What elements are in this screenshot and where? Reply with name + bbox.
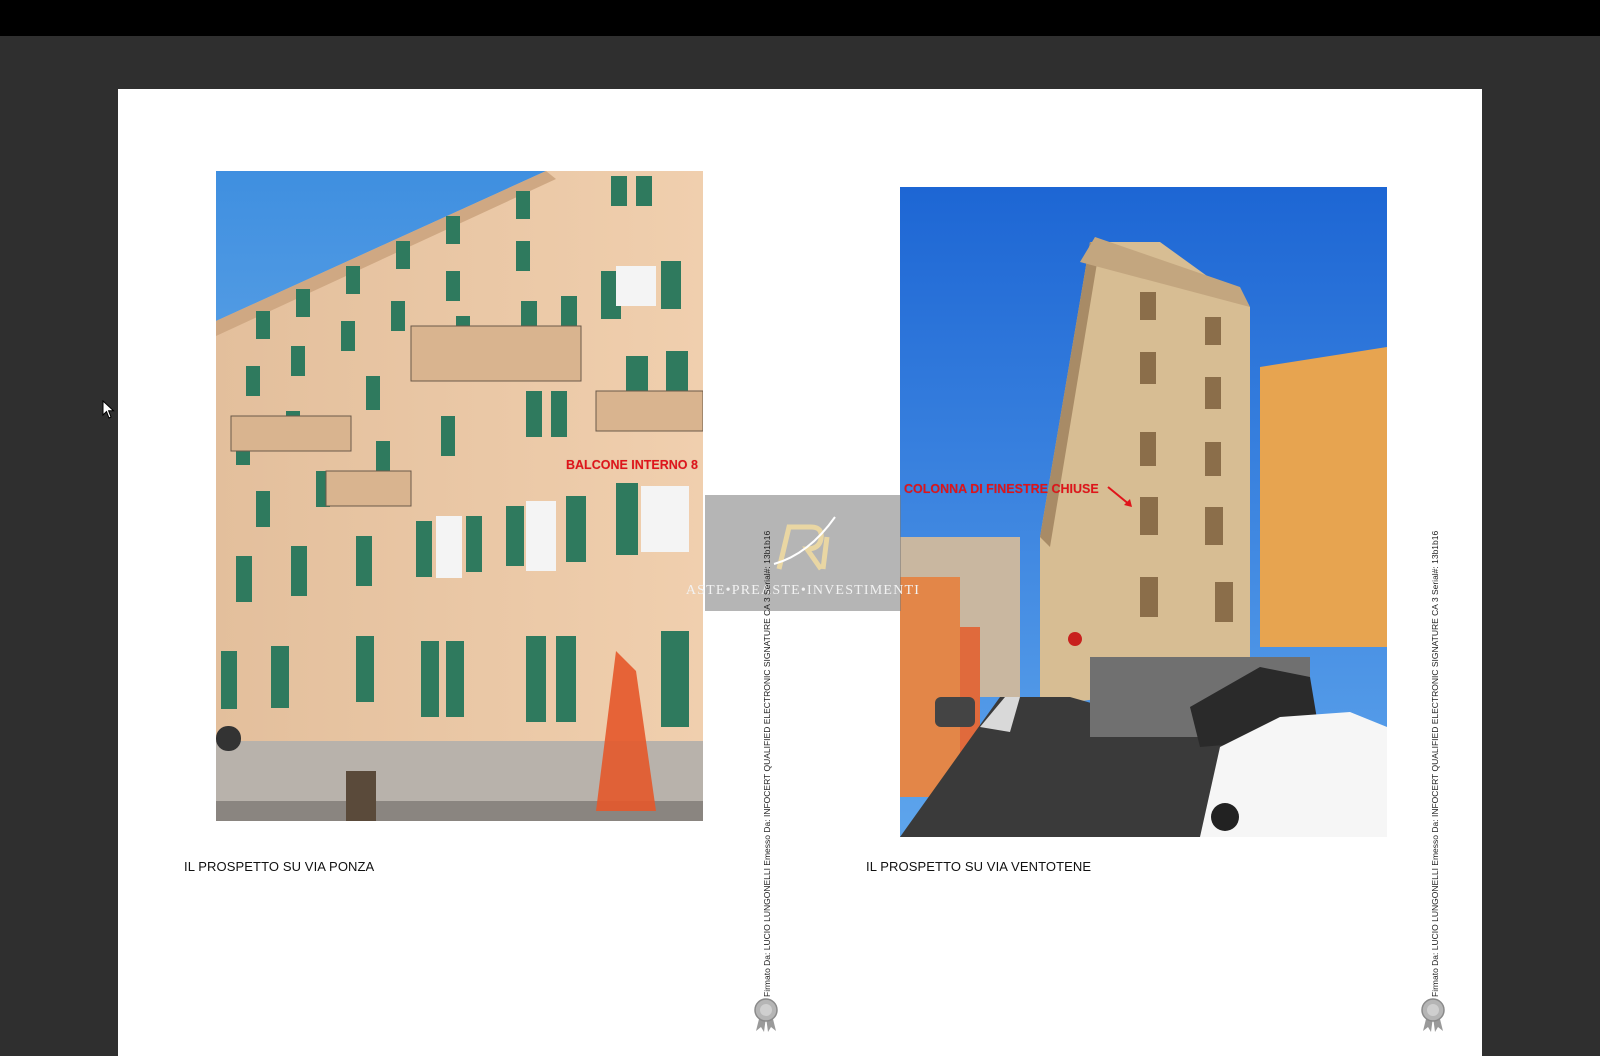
- document-viewer[interactable]: BALCONE INTERNO 8 COLONNA DI FINESTRE CH…: [0, 36, 1600, 1056]
- photo-via-ventotene: COLONNA DI FINESTRE CHIUSE: [900, 187, 1387, 837]
- signature-text-right: Firmato Da: LUCIO LUNGONELLI Emesso Da: …: [1430, 530, 1440, 997]
- ri-logo-icon: [773, 516, 836, 571]
- certificate-seal-icon: [754, 998, 778, 1032]
- photo-label-balcone: BALCONE INTERNO 8: [566, 458, 698, 472]
- document-spread: BALCONE INTERNO 8 COLONNA DI FINESTRE CH…: [118, 89, 1482, 1056]
- caption-via-ventotene: IL PROSPETTO SU VIA VENTOTENE: [866, 859, 1092, 874]
- digital-signature-left: Firmato Da: LUCIO LUNGONELLI Emesso Da: …: [762, 530, 776, 997]
- arrow-annotation: [1107, 486, 1132, 507]
- top-bar: [0, 0, 1600, 36]
- photo-label-colonna: COLONNA DI FINESTRE CHIUSE: [904, 482, 1099, 496]
- watermark-text: ASTE•PREASTE•INVESTIMENTI: [685, 583, 921, 598]
- caption-via-ponza: IL PROSPETTO SU VIA PONZA: [184, 859, 375, 874]
- watermark: ASTE•PREASTE•INVESTIMENTI: [686, 495, 919, 611]
- signature-text-left: Firmato Da: LUCIO LUNGONELLI Emesso Da: …: [762, 530, 772, 997]
- mouse-pointer-icon: [102, 400, 115, 419]
- certificate-seal-icon: [1421, 998, 1445, 1032]
- photo-via-ponza: BALCONE INTERNO 8: [216, 171, 703, 821]
- digital-signature-right: Firmato Da: LUCIO LUNGONELLI Emesso Da: …: [1430, 530, 1444, 997]
